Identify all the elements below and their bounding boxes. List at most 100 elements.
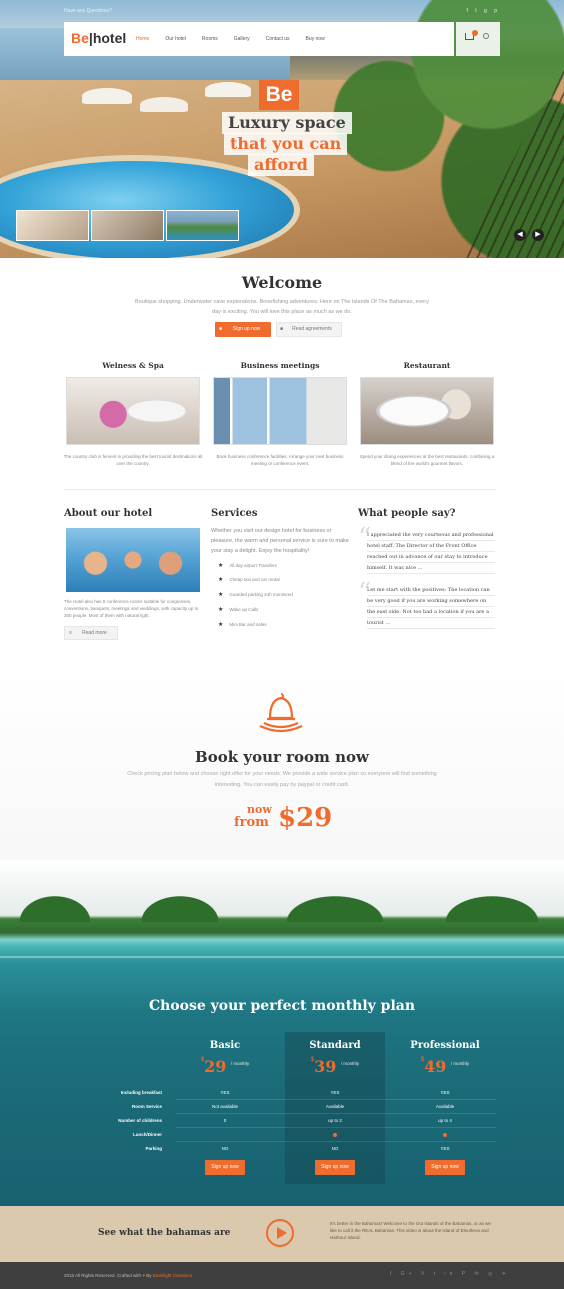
included-dot-icon <box>443 1133 447 1137</box>
search-icon[interactable] <box>483 33 489 39</box>
footer: 2018 All Rights Reserved. Crafted with ♥… <box>0 1262 564 1289</box>
plan-cell: Available <box>325 1104 345 1109</box>
about-title: About our hotel <box>64 508 153 519</box>
video-title: See what the bahamas are <box>98 1228 231 1238</box>
plan-cell: up to 4 <box>438 1118 452 1123</box>
header-tools <box>456 22 500 56</box>
social-icons[interactable]: f t g p <box>466 8 500 14</box>
hero-headline-1: Luxury space <box>222 112 352 134</box>
footer-brand-link[interactable]: Brainlight Creations <box>153 1273 192 1278</box>
video-text: It's better in the Bahamas! Welcome to t… <box>330 1221 491 1240</box>
plan-price: $39 / monthly <box>310 1057 360 1076</box>
pricing-section <box>0 860 564 1206</box>
plan-signup-button[interactable]: Sign up now <box>315 1160 355 1175</box>
plan-name: Professional <box>410 1040 480 1051</box>
slider-prev-button[interactable]: ◀ <box>514 229 526 241</box>
footer-social-icons[interactable]: f G+ V t in P ✉ ◎ ✈ <box>390 1271 510 1277</box>
meeting-room-image[interactable] <box>213 377 347 445</box>
plan-row-label: Including breakfast <box>120 1090 162 1095</box>
read-more-button[interactable]: ≡ Read more <box>64 626 118 640</box>
hero-headline-2: that you can <box>224 133 348 155</box>
service-item: ★ Guarded parking 24h monitored <box>218 592 293 598</box>
welcome-text: Boutique shopping. Underwater cave explo… <box>135 299 429 315</box>
play-icon <box>277 1227 287 1239</box>
plan-row-label: Room Service <box>131 1104 162 1109</box>
plan-row-label: Parking <box>145 1146 162 1151</box>
slider-thumb[interactable] <box>91 210 164 241</box>
plan-signup-button[interactable]: Sign up now <box>205 1160 245 1175</box>
plan-cell-dot <box>285 1133 385 1138</box>
service-item: ★ Cheap taxi and car rental <box>218 577 280 583</box>
play-button[interactable] <box>266 1219 294 1247</box>
restaurant-image[interactable] <box>360 377 494 445</box>
feature-text: Book business conference facilities. Arr… <box>216 454 344 466</box>
plan-cell: YES <box>330 1090 340 1095</box>
feature-title: Business meetings <box>240 361 320 370</box>
feature-text: Spend your dining experiences at the bes… <box>359 454 495 466</box>
plan-cell: NO <box>221 1146 229 1151</box>
slider-thumbnails <box>16 210 239 241</box>
book-text: Check pricing plan below and choose righ… <box>127 771 437 788</box>
main-navigation: Be|hotel Home Our hotel Rooms Gallery Co… <box>64 22 454 56</box>
about-image <box>66 528 200 592</box>
plan-price: $49 / monthly <box>420 1057 470 1076</box>
service-item: ★ Mini Bar and safes <box>218 622 267 628</box>
star-icon: ★ <box>218 577 224 583</box>
nav-buy-now[interactable]: Buy now <box>306 36 325 42</box>
heart-icon: ♥ <box>142 1273 145 1278</box>
nav-contact-us[interactable]: Contact us <box>266 36 290 42</box>
welcome-title: Welcome <box>241 273 323 292</box>
service-item: ★ Wake up Calls <box>218 607 259 613</box>
testimonials-title: What people say? <box>358 508 456 519</box>
star-icon: ★ <box>218 563 224 569</box>
plan-cell-dot <box>395 1133 495 1138</box>
plan-cell: NO <box>331 1146 339 1151</box>
nav-rooms[interactable]: Rooms <box>202 36 218 42</box>
plan-price: $29 / monthly <box>200 1057 250 1076</box>
divider <box>64 489 496 490</box>
signup-button[interactable]: ■ Sign up now <box>215 322 271 337</box>
document-icon: ■ <box>280 326 284 332</box>
plans-title: Choose your perfect monthly plan <box>148 998 416 1014</box>
hero-badge: Be <box>259 80 299 110</box>
nav-gallery[interactable]: Gallery <box>234 36 250 42</box>
list-icon: ≡ <box>69 630 72 636</box>
feature-title: Welness & Spa <box>102 361 164 370</box>
star-icon: ★ <box>218 622 224 628</box>
site-logo[interactable]: Be|hotel <box>71 30 126 46</box>
star-icon: ★ <box>218 607 224 613</box>
about-text: The Hotel also has 9 conference rooms su… <box>64 599 199 618</box>
hero-headline-3: afford <box>248 154 314 176</box>
included-dot-icon <box>333 1133 337 1137</box>
plan-cell: 0 <box>223 1118 227 1123</box>
cart-icon: ■ <box>219 326 223 332</box>
bell-icon <box>259 693 303 733</box>
plan-cell: YES <box>220 1090 230 1095</box>
plan-cell: YES <box>440 1090 450 1095</box>
read-agreements-button[interactable]: ■ Read agreements <box>276 322 342 337</box>
nav-home[interactable]: Home <box>136 36 149 42</box>
plan-cell: up to 2 <box>328 1118 342 1123</box>
slider-next-button[interactable]: ▶ <box>532 229 544 241</box>
copyright: 2018 All Rights Reserved. Crafted with ♥… <box>64 1273 193 1278</box>
spa-image[interactable] <box>66 377 200 445</box>
service-item: ★ All day airport Transfers <box>218 563 277 569</box>
star-icon: ★ <box>218 592 224 598</box>
top-bar-text: Have any Questions? <box>64 8 112 14</box>
plan-cell: YES <box>440 1146 450 1151</box>
plan-signup-button[interactable]: Sign up now <box>425 1160 465 1175</box>
services-title: Services <box>211 508 258 519</box>
plan-row-label: Lunch/Dinner <box>133 1132 162 1137</box>
nav-our-hotel[interactable]: Our hotel <box>165 36 186 42</box>
slider-thumb[interactable] <box>16 210 89 241</box>
plan-row-label: Number of childrens <box>118 1118 162 1123</box>
plan-name: Basic <box>209 1040 241 1051</box>
book-title: Book your room now <box>195 748 369 766</box>
top-bar: Have any Questions? f t g p <box>64 6 500 18</box>
services-intro: Whether you visit our design hotel for b… <box>211 528 349 554</box>
feature-text: The country club is fervent in providing… <box>63 454 203 466</box>
slider-thumb[interactable] <box>166 210 239 241</box>
plan-cell: Not available <box>211 1104 238 1109</box>
feature-title: Restaurant <box>403 361 451 370</box>
plan-name: Standard <box>309 1040 361 1051</box>
